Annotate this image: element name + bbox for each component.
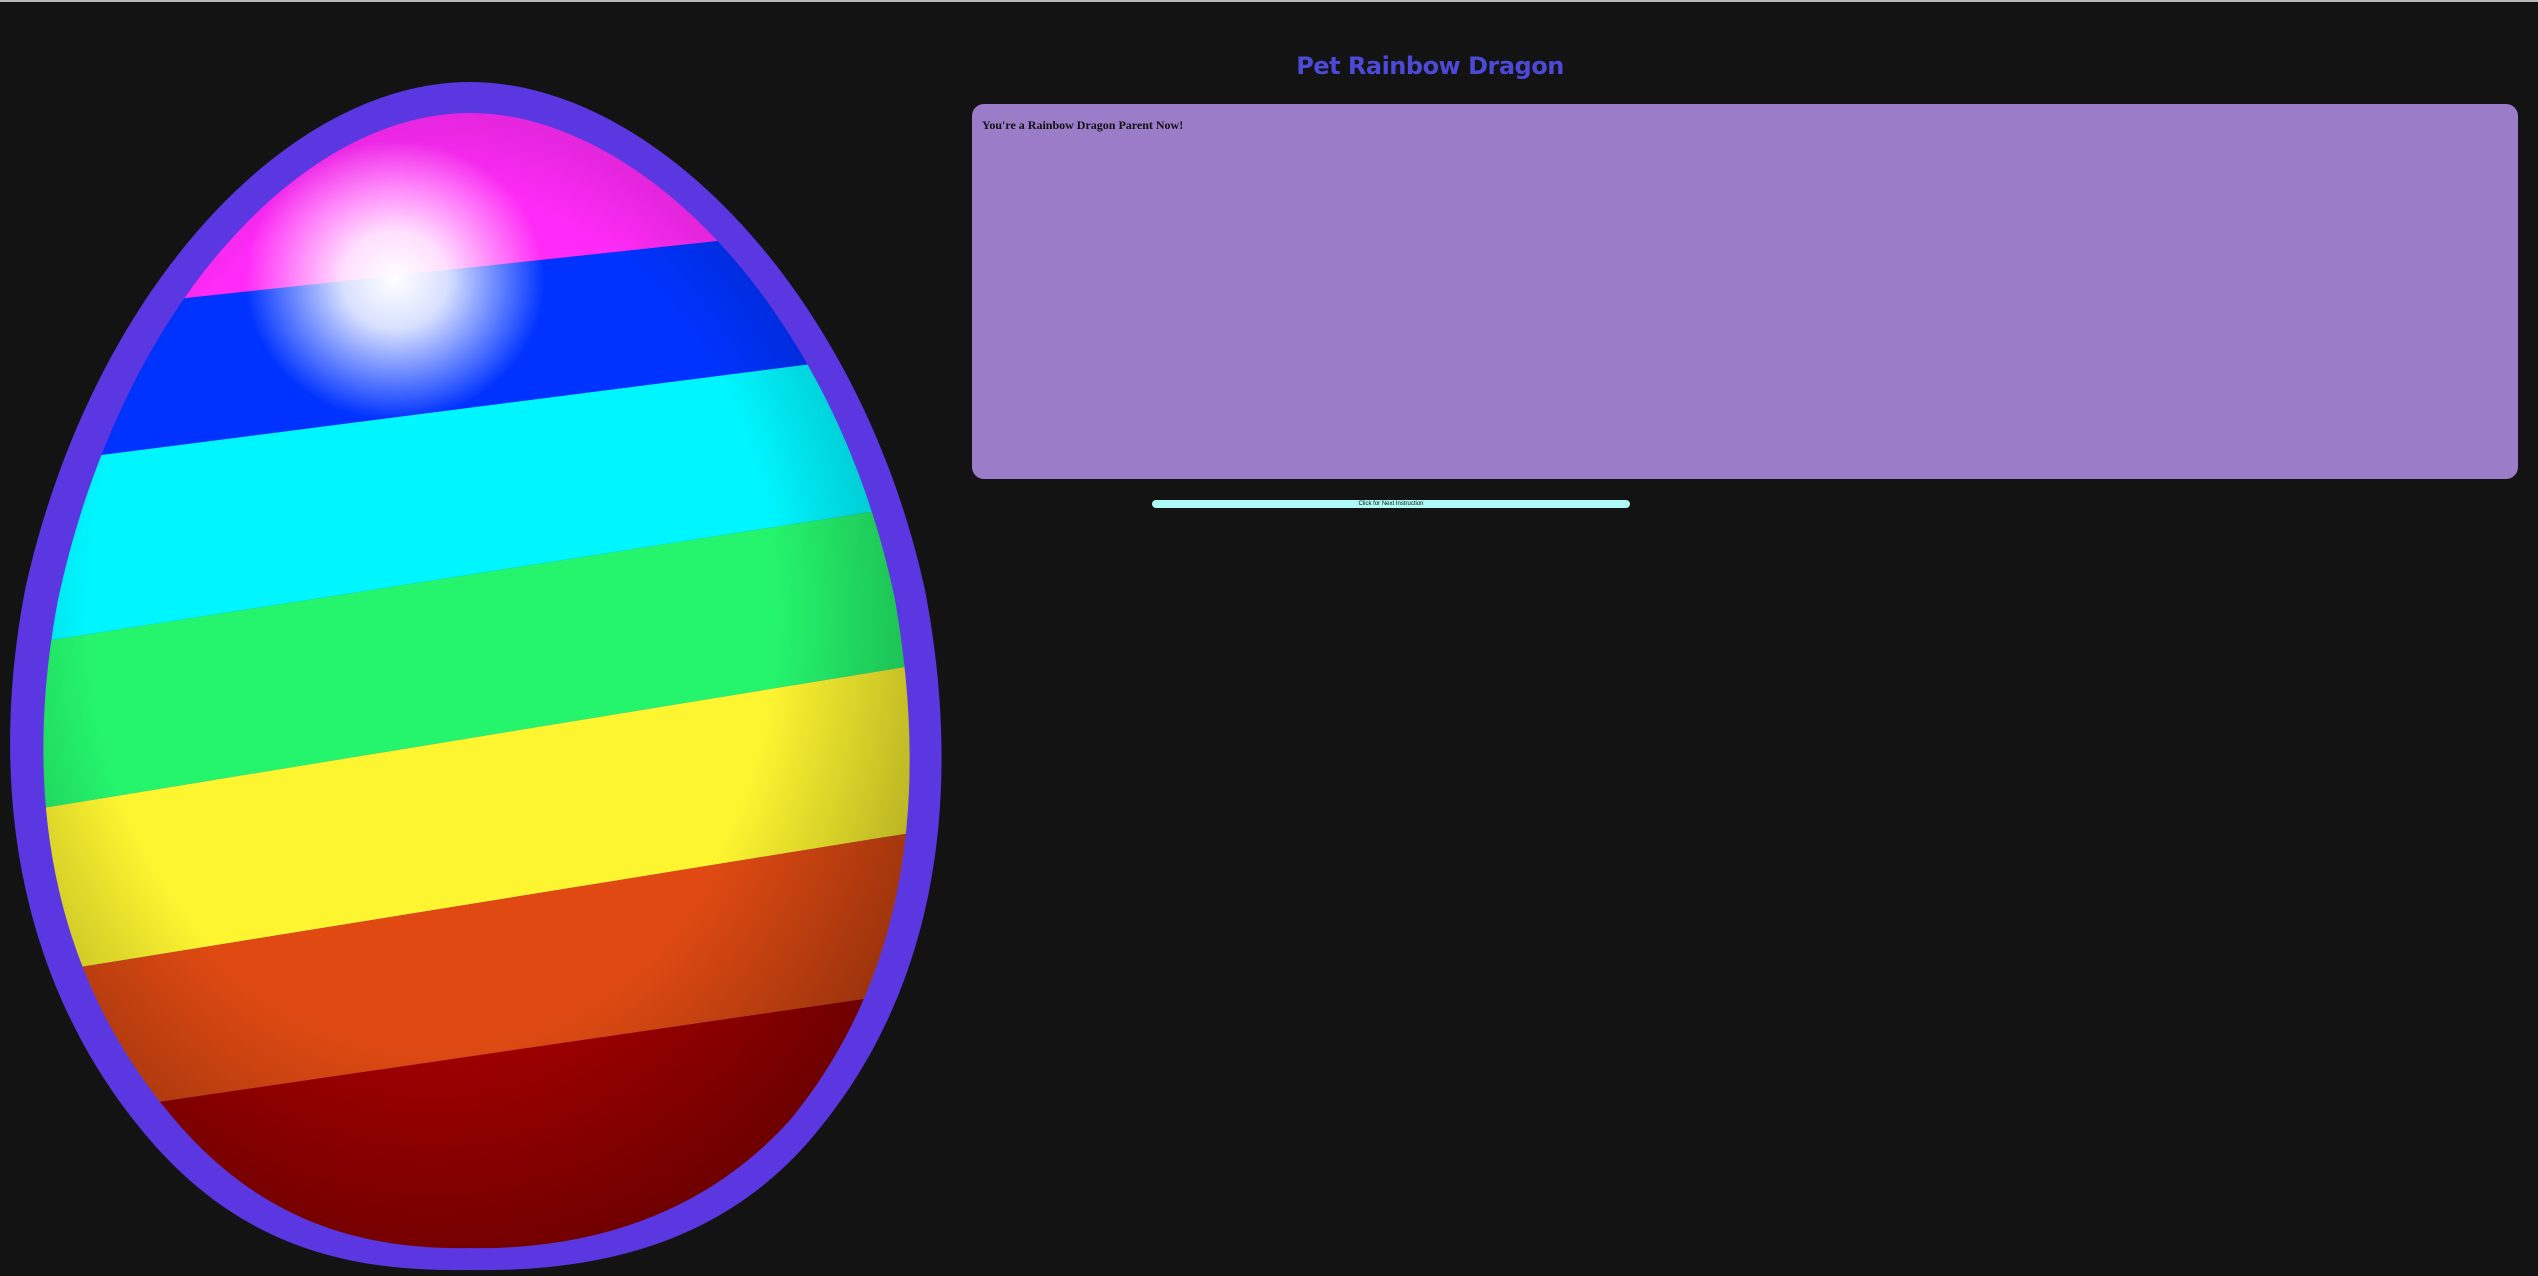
page-title: Pet Rainbow Dragon	[1296, 52, 1564, 80]
rainbow-egg-icon	[10, 82, 942, 1271]
message-text: You're a Rainbow Dragon Parent Now!	[982, 118, 1184, 132]
rainbow-egg[interactable]	[0, 80, 960, 1272]
next-instruction-button[interactable]: Click for Next Instruction	[1152, 500, 1630, 508]
top-border	[0, 0, 2538, 2]
message-panel: You're a Rainbow Dragon Parent Now!	[972, 104, 2518, 479]
